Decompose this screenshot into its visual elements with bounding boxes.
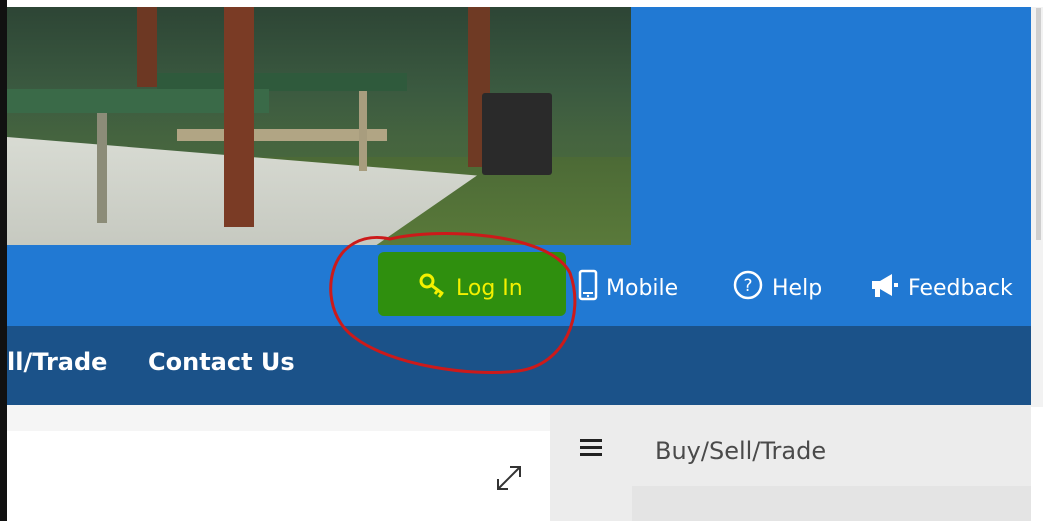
hero-bench: [177, 129, 387, 141]
login-label: Log In: [456, 275, 523, 301]
feedback-label: Feedback: [908, 275, 1013, 301]
key-icon: [418, 272, 448, 304]
hero-photo: [7, 7, 631, 245]
header-blue-area: [631, 7, 1031, 245]
help-link[interactable]: ? Help: [732, 268, 822, 308]
hero-post: [137, 7, 157, 87]
side-panel-title: Buy/Sell/Trade: [655, 437, 827, 465]
hamburger-menu-icon[interactable]: [580, 437, 604, 459]
nav-item-buy-sell-trade[interactable]: ll/Trade: [7, 348, 107, 376]
top-border: [0, 0, 1043, 7]
feedback-link[interactable]: Feedback: [868, 268, 1013, 308]
scrollbar-thumb[interactable]: [1036, 8, 1041, 240]
nav-item-contact-us[interactable]: Contact Us: [148, 348, 295, 376]
mobile-label: Mobile: [606, 275, 679, 301]
help-circle-icon: ?: [732, 269, 764, 307]
hero-table-leg: [359, 91, 367, 171]
hero-table-leg: [97, 113, 107, 223]
login-link[interactable]: Log In: [418, 268, 523, 308]
content-top-strip: [7, 405, 550, 431]
hero-post: [224, 7, 254, 227]
screenshot-frame: Log In Mobile ? Help Feedback ll/Trade C…: [0, 0, 1043, 521]
hero-trash-bin: [482, 93, 552, 175]
help-label: Help: [772, 275, 823, 301]
mobile-link[interactable]: Mobile: [578, 268, 678, 308]
expand-icon[interactable]: [492, 461, 526, 495]
svg-text:?: ?: [743, 276, 752, 296]
mobile-phone-icon: [578, 269, 598, 307]
megaphone-icon: [868, 271, 900, 305]
side-panel-inner: [632, 486, 1031, 521]
left-border: [0, 0, 7, 521]
